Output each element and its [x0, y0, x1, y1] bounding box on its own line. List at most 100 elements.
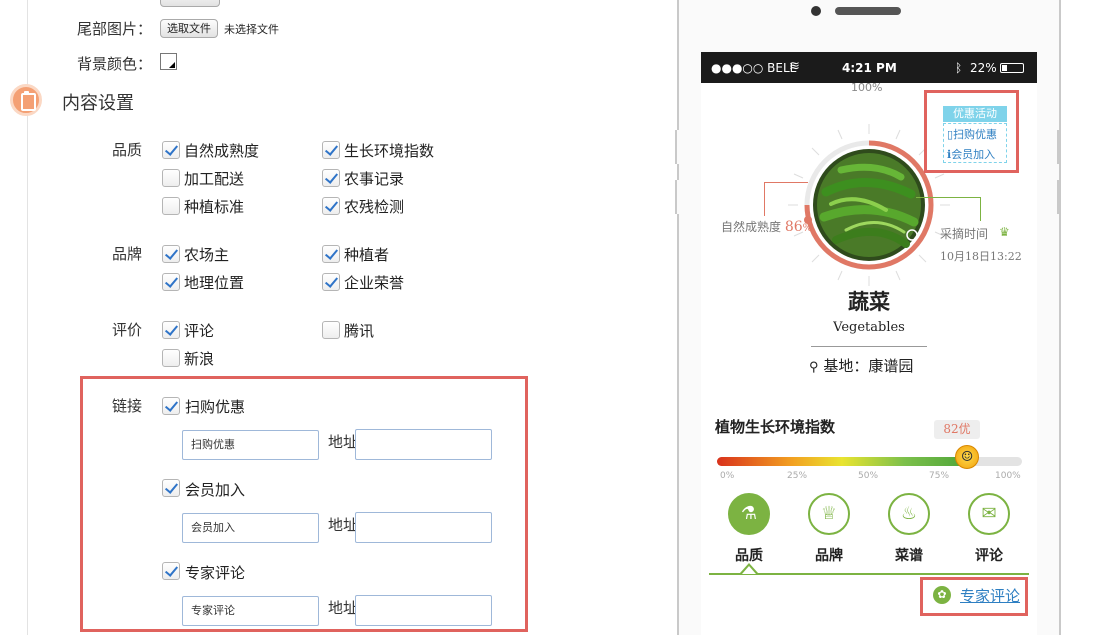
- env-progress-fill: [717, 457, 968, 466]
- battery-icon: [1000, 63, 1024, 73]
- choose-file-button[interactable]: 选取文件: [160, 19, 218, 38]
- quality-option-label: 农残检测: [344, 198, 405, 216]
- brand-option-label: 企业荣誉: [344, 274, 405, 292]
- harvest-time: 10月18日13:22: [940, 250, 1022, 263]
- status-time: 4:21 PM: [842, 61, 897, 75]
- link-scan-address-label: 地址: [328, 433, 359, 451]
- speaker-grille: [835, 7, 901, 15]
- brand-option-label: 地理位置: [184, 274, 245, 292]
- quality-checkbox[interactable]: [162, 197, 180, 215]
- maturity-value: 86: [784, 219, 803, 235]
- section-title: 内容设置: [62, 93, 134, 114]
- brand-checkbox[interactable]: [322, 245, 340, 263]
- phone-screen: ●●●○○ BELL ≋ 4:21 PM ᛒ 22% 100% 自然成熟度 86…: [701, 52, 1037, 635]
- links-highlight-box: [80, 376, 528, 632]
- brand-checkbox[interactable]: [322, 273, 340, 291]
- file-status-text: 未选择文件: [224, 23, 279, 36]
- tick-0: 0%: [720, 471, 735, 481]
- carrier-text: ●●●○○ BELL: [711, 61, 797, 75]
- review-option-label: 腾讯: [344, 322, 375, 340]
- upload-file-button-top[interactable]: [160, 0, 220, 7]
- tab-indicator-inner: [742, 566, 756, 574]
- smiley-icon: ☺: [955, 445, 980, 469]
- group-label-review: 评价: [112, 321, 143, 339]
- footer-image-label: 尾部图片：: [77, 20, 153, 38]
- link-expert-address-input[interactable]: [355, 595, 492, 626]
- bowl-icon[interactable]: ♨: [888, 493, 930, 535]
- tab-underline: [709, 573, 1029, 575]
- maturity-label: 自然成熟度 86%: [721, 219, 813, 235]
- link-member-address-input[interactable]: [355, 512, 492, 543]
- tab-quality[interactable]: 品质: [735, 545, 763, 565]
- top-percent: 100%: [851, 81, 883, 94]
- product-divider: [811, 346, 927, 347]
- quality-checkbox[interactable]: [162, 169, 180, 187]
- quality-checkbox[interactable]: [322, 169, 340, 187]
- tick-50: 50%: [858, 471, 879, 481]
- quality-option-label: 农事记录: [344, 170, 405, 188]
- quality-checkbox[interactable]: [322, 197, 340, 215]
- link-expert-checkbox[interactable]: [162, 562, 180, 580]
- env-title: 植物生长环境指数: [715, 418, 836, 436]
- trophy-icon[interactable]: ♕: [808, 493, 850, 535]
- quality-option-label: 生长环境指数: [344, 142, 435, 160]
- tick-25: 25%: [787, 471, 808, 481]
- link-member-address-label: 地址: [328, 516, 359, 534]
- group-label-brand: 品牌: [112, 245, 143, 263]
- crown-icon: ♛: [999, 225, 1010, 239]
- review-checkbox[interactable]: [162, 321, 180, 339]
- camera-icon: [811, 6, 821, 16]
- quality-checkbox[interactable]: [162, 141, 180, 159]
- microscope-icon[interactable]: ⚗: [728, 493, 770, 535]
- status-bar: ●●●○○ BELL ≋ 4:21 PM ᛒ 22%: [701, 52, 1037, 83]
- link-scan-address-input[interactable]: [355, 429, 492, 460]
- promo-scan-link[interactable]: ▯扫购优惠: [947, 126, 997, 142]
- link-expert-name-input[interactable]: 专家评论: [182, 596, 319, 626]
- env-score-badge: 82优: [934, 420, 980, 439]
- review-checkbox[interactable]: [322, 321, 340, 339]
- brand-checkbox[interactable]: [162, 273, 180, 291]
- harvest-leader-line: [916, 197, 981, 198]
- brand-checkbox[interactable]: [162, 245, 180, 263]
- harvest-leader-vertical: [980, 197, 981, 221]
- product-name-en: Vegetables: [833, 320, 905, 335]
- battery-percent: 22%: [970, 61, 997, 75]
- location-pin-icon: ⚲: [809, 360, 819, 375]
- chat-user-icon[interactable]: ✉: [968, 493, 1010, 535]
- quality-option-label: 加工配送: [184, 170, 245, 188]
- link-scan-name-input[interactable]: 扫购优惠: [182, 430, 319, 460]
- bg-color-picker[interactable]: [160, 53, 177, 70]
- brand-option-label: 种植者: [344, 246, 390, 264]
- link-member-checkbox[interactable]: [162, 479, 180, 497]
- maturity-leader-line: [764, 182, 808, 183]
- quality-option-label: 自然成熟度: [184, 142, 260, 160]
- brand-option-label: 农场主: [184, 246, 230, 264]
- wifi-icon: ≋: [789, 59, 800, 74]
- expert-review-link[interactable]: 专家评论: [960, 585, 1020, 606]
- harvest-label: 采摘时间: [940, 227, 989, 241]
- maturity-leader-vertical: [764, 182, 765, 216]
- link-member-name-input[interactable]: 会员加入: [182, 513, 319, 543]
- group-label-quality: 品质: [112, 141, 143, 159]
- review-option-label: 评论: [184, 322, 215, 340]
- review-option-label: 新浪: [184, 350, 215, 368]
- link-scan-checkbox[interactable]: [162, 397, 180, 415]
- promo-member-link[interactable]: ℹ会员加入: [947, 146, 995, 162]
- clipboard-icon: [10, 84, 42, 116]
- quality-option-label: 种植标准: [184, 198, 245, 216]
- review-checkbox[interactable]: [162, 349, 180, 367]
- tab-review[interactable]: 评论: [975, 545, 1003, 565]
- paw-icon: ✿: [933, 586, 951, 604]
- tick-100: 100%: [995, 471, 1021, 481]
- base-location: ⚲ 基地：康谱园: [809, 357, 914, 375]
- group-label-links: 链接: [112, 397, 143, 415]
- tab-brand[interactable]: 品牌: [815, 545, 843, 565]
- link-member-label: 会员加入: [185, 481, 246, 499]
- bluetooth-icon: ᛒ: [955, 61, 963, 75]
- link-expert-address-label: 地址: [328, 599, 359, 617]
- link-scan-label: 扫购优惠: [185, 398, 246, 416]
- quality-checkbox[interactable]: [322, 141, 340, 159]
- link-expert-label: 专家评论: [185, 564, 246, 582]
- product-name: 蔬菜: [848, 289, 890, 314]
- tab-recipe[interactable]: 菜谱: [895, 545, 923, 565]
